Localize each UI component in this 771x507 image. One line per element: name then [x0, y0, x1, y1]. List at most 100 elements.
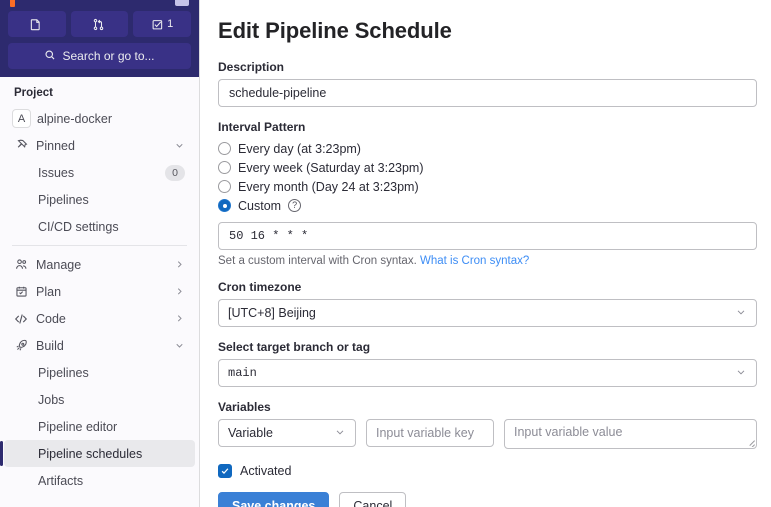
branch-value: main — [228, 366, 257, 380]
gitlab-logo-icon[interactable] — [10, 0, 15, 7]
sidebar-item-code[interactable]: Code — [4, 305, 195, 332]
branch-group: Select target branch or tag main — [218, 340, 757, 387]
radio-label: Every day (at 3:23pm) — [238, 141, 361, 156]
issues-icon — [29, 18, 42, 31]
variable-value-input[interactable]: Input variable value — [504, 419, 757, 449]
branch-label: Select target branch or tag — [218, 340, 371, 354]
sidebar-item-label: CI/CD settings — [38, 219, 119, 234]
issues-badge: 0 — [165, 164, 185, 181]
checkbox-icon — [218, 464, 232, 478]
sidebar-item-jobs[interactable]: Jobs — [4, 386, 195, 413]
todos-button[interactable]: 1 — [133, 11, 192, 37]
sidebar-item-label: Build — [36, 338, 64, 353]
sidebar-logo-row — [8, 0, 191, 8]
sidebar: 1 Search or go to... Project A alpine-do… — [0, 0, 200, 507]
sidebar-item-pipelines-pinned[interactable]: Pipelines — [4, 186, 195, 213]
radio-icon — [218, 161, 231, 174]
cron-value: 50 16 * * * — [229, 229, 309, 243]
radio-every-day[interactable]: Every day (at 3:23pm) — [218, 139, 757, 158]
timezone-label: Cron timezone — [218, 280, 302, 294]
sidebar-item-label: Artifacts — [38, 473, 84, 488]
variable-type-select[interactable]: Variable — [218, 419, 356, 447]
rocket-icon — [12, 339, 30, 352]
sidebar-section-title: Project — [14, 87, 53, 99]
users-icon — [12, 258, 30, 271]
cron-input[interactable]: 50 16 * * * — [218, 222, 757, 250]
code-icon — [12, 312, 30, 326]
sidebar-nav: Project A alpine-docker Pinned Issues 0 … — [0, 77, 199, 507]
pin-icon — [12, 139, 30, 152]
interval-pattern-label: Interval Pattern — [218, 120, 306, 134]
search-placeholder: Search or go to... — [62, 49, 155, 63]
cron-hint: Set a custom interval with Cron syntax. … — [218, 255, 757, 267]
sidebar-item-pipeline-editor[interactable]: Pipeline editor — [4, 413, 195, 440]
timezone-group: Cron timezone [UTC+8] Beijing — [218, 280, 757, 327]
variables-label: Variables — [218, 400, 271, 414]
sidebar-item-pipeline-schedules[interactable]: Pipeline schedules — [0, 440, 195, 467]
sidebar-item-label: Pinned — [36, 138, 75, 153]
radio-label: Custom — [238, 198, 282, 213]
interval-pattern-group: Interval Pattern Every day (at 3:23pm) E… — [218, 120, 757, 267]
sidebar-quick-links: 1 — [8, 11, 192, 37]
cancel-button[interactable]: Cancel — [339, 492, 407, 507]
search-icon — [44, 49, 56, 64]
radio-icon — [218, 142, 231, 155]
project-name: alpine-docker — [37, 111, 113, 126]
sidebar-item-pinned[interactable]: Pinned — [4, 132, 195, 159]
sidebar-item-artifacts[interactable]: Artifacts — [4, 467, 195, 494]
sidebar-item-build[interactable]: Build — [4, 332, 195, 359]
todos-count: 1 — [167, 18, 174, 30]
sidebar-item-pipelines[interactable]: Pipelines — [4, 359, 195, 386]
calendar-icon — [12, 285, 30, 298]
resize-handle-icon[interactable] — [746, 438, 755, 447]
sidebar-item-label: Pipelines — [38, 365, 89, 380]
sidebar-item-issues[interactable]: Issues 0 — [4, 159, 195, 186]
sidebar-item-label: Jobs — [38, 392, 65, 407]
form-actions: Save changes Cancel — [218, 492, 757, 507]
radio-label: Every month (Day 24 at 3:23pm) — [238, 179, 419, 194]
chevron-down-icon — [174, 140, 185, 151]
sidebar-item-cicd-settings[interactable]: CI/CD settings — [4, 213, 195, 240]
radio-every-month[interactable]: Every month (Day 24 at 3:23pm) — [218, 177, 757, 196]
variable-value-placeholder: Input variable value — [514, 425, 623, 439]
cron-syntax-link[interactable]: What is Cron syntax? — [420, 255, 529, 267]
main-content: Edit Pipeline Schedule Description sched… — [200, 0, 771, 507]
timezone-value: [UTC+8] Beijing — [228, 306, 316, 320]
description-input[interactable]: schedule-pipeline — [218, 79, 757, 107]
sidebar-item-label: Issues — [38, 165, 75, 180]
project-avatar: A — [12, 109, 31, 128]
description-value: schedule-pipeline — [229, 86, 327, 100]
chevron-down-icon — [735, 306, 747, 321]
variable-key-input[interactable]: Input variable key — [366, 419, 494, 447]
sidebar-divider — [12, 245, 187, 246]
radio-icon — [218, 180, 231, 193]
search-input[interactable]: Search or go to... — [8, 43, 191, 69]
sidebar-item-label: Pipeline editor — [38, 419, 118, 434]
todos-icon — [151, 18, 164, 31]
merge-requests-icon — [92, 18, 105, 31]
chevron-right-icon — [174, 286, 185, 297]
sidebar-item-label: Pipeline schedules — [38, 446, 143, 461]
activated-label: Activated — [240, 464, 292, 478]
variable-type-value: Variable — [228, 426, 273, 440]
sidebar-item-label: Plan — [36, 284, 62, 299]
variable-key-placeholder: Input variable key — [376, 426, 474, 440]
save-button[interactable]: Save changes — [218, 492, 330, 507]
description-group: Description schedule-pipeline — [218, 60, 757, 107]
variable-row: Variable Input variable key Input variab… — [218, 419, 757, 449]
issues-button[interactable] — [8, 11, 66, 37]
help-icon[interactable]: ? — [288, 199, 302, 212]
sidebar-item-plan[interactable]: Plan — [4, 278, 195, 305]
timezone-select[interactable]: [UTC+8] Beijing — [218, 299, 757, 327]
sidebar-item-label: Pipelines — [38, 192, 89, 207]
merge-requests-button[interactable] — [70, 11, 129, 37]
chevron-down-icon — [735, 366, 747, 381]
chevron-right-icon — [174, 313, 185, 324]
branch-select[interactable]: main — [218, 359, 757, 387]
sidebar-item-manage[interactable]: Manage — [4, 251, 195, 278]
avatar[interactable] — [175, 0, 189, 6]
radio-every-week[interactable]: Every week (Saturday at 3:23pm) — [218, 158, 757, 177]
activated-checkbox[interactable]: Activated — [218, 464, 757, 478]
sidebar-item-project[interactable]: A alpine-docker — [4, 105, 195, 132]
radio-custom[interactable]: Custom ? — [218, 196, 757, 215]
